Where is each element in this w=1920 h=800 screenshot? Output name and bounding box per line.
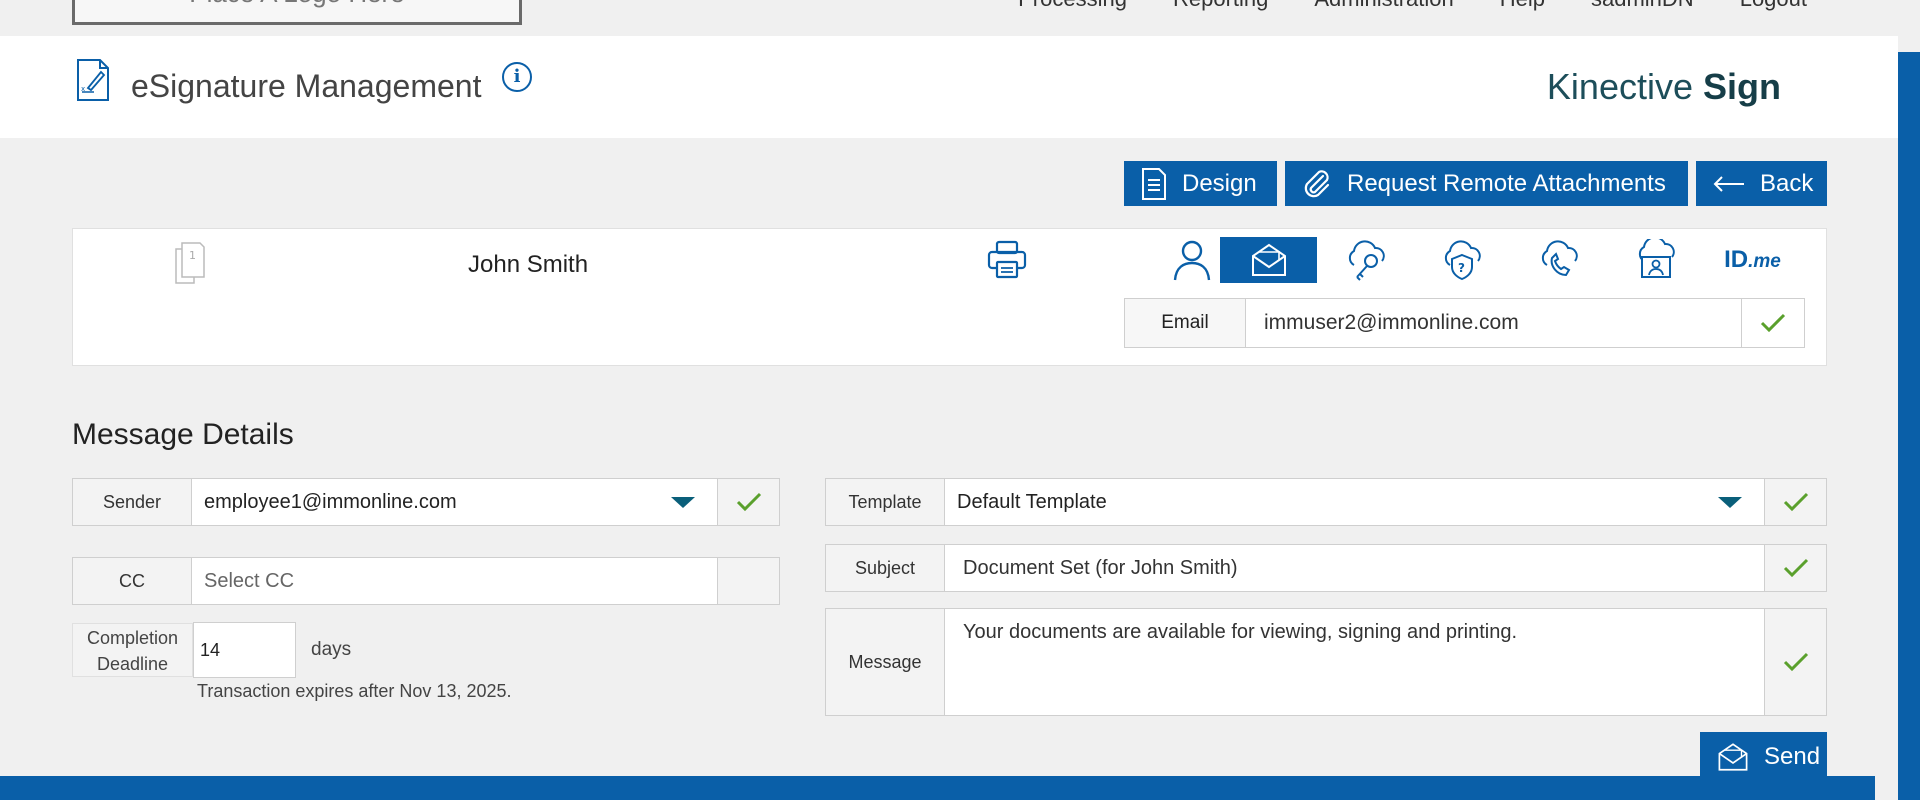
- arrow-left-icon: [1713, 175, 1744, 192]
- paperclip-icon: [1304, 169, 1330, 197]
- nav-links: Processing Reporting Administration Help…: [1018, 0, 1807, 12]
- email-icon[interactable]: [1220, 237, 1317, 283]
- email-label: Email: [1125, 299, 1246, 347]
- nav-reporting[interactable]: Reporting: [1173, 0, 1268, 12]
- deadline-label-line2: Deadline: [96, 654, 169, 674]
- brand-logo: Kinective Sign: [1547, 66, 1781, 108]
- top-navigation: Place A Logo Here Processing Reporting A…: [0, 0, 1920, 36]
- template-field: Template Default Template: [825, 478, 1827, 526]
- brand-regular: Kinective: [1546, 66, 1703, 107]
- document-list-icon: [1142, 167, 1166, 200]
- idme-text: ID: [1724, 246, 1749, 273]
- template-value: Default Template: [957, 490, 1107, 513]
- request-remote-attachments-button[interactable]: Request Remote Attachments: [1285, 161, 1688, 206]
- template-check-icon: [1764, 479, 1826, 525]
- printer-icon[interactable]: [986, 239, 1028, 281]
- recipient-email-row: Email immuser2@immonline.com: [1124, 298, 1805, 348]
- footer-bar: [0, 776, 1875, 800]
- scrollbar-edge[interactable]: [1898, 52, 1920, 800]
- recipient-name: John Smith: [468, 251, 589, 278]
- email-field[interactable]: immuser2@immonline.com: [1246, 299, 1742, 347]
- design-label: Design: [1182, 169, 1257, 197]
- template-select[interactable]: Default Template: [945, 479, 1764, 525]
- message-textarea[interactable]: Your documents are available for viewing…: [945, 609, 1764, 715]
- subject-input[interactable]: Document Set (for John Smith): [945, 545, 1764, 591]
- nav-help[interactable]: Help: [1500, 0, 1545, 12]
- page-count: 1: [189, 249, 196, 262]
- nav-logout[interactable]: Logout: [1740, 0, 1807, 12]
- page-copy-icon[interactable]: 1: [173, 241, 207, 285]
- sender-select[interactable]: employee1@immonline.com: [192, 479, 717, 525]
- design-button[interactable]: Design: [1124, 161, 1277, 206]
- page-header: x eSignature Management i Kinective Sign: [0, 36, 1898, 138]
- back-button[interactable]: Back: [1696, 161, 1827, 206]
- cc-label: CC: [73, 558, 192, 604]
- deadline-unit: days: [311, 639, 352, 660]
- message-check-icon: [1764, 609, 1826, 715]
- svg-text:x: x: [81, 85, 85, 93]
- message-label: Message: [826, 609, 945, 715]
- svg-text:?: ?: [1458, 261, 1465, 275]
- security-question-icon[interactable]: ?: [1413, 237, 1510, 283]
- template-label: Template: [826, 479, 945, 525]
- nav-user[interactable]: sadminDN: [1591, 0, 1694, 12]
- cc-status-cell: [717, 558, 779, 604]
- subject-field: Subject Document Set (for John Smith): [825, 544, 1827, 592]
- completion-deadline-label: Completion Deadline: [72, 623, 193, 677]
- nav-administration[interactable]: Administration: [1314, 0, 1453, 12]
- sender-value: employee1@immonline.com: [204, 490, 457, 513]
- completion-deadline-input[interactable]: 14: [193, 622, 296, 678]
- cc-input[interactable]: Select CC: [192, 558, 717, 604]
- sender-check-icon: [717, 479, 779, 525]
- info-icon[interactable]: i: [502, 62, 532, 92]
- page-title: eSignature Management: [131, 68, 482, 104]
- chevron-down-icon[interactable]: [1718, 497, 1742, 508]
- cloud-key-icon[interactable]: [1317, 237, 1414, 283]
- message-field: Message Your documents are available for…: [825, 608, 1827, 716]
- cc-field: CC Select CC: [72, 557, 780, 605]
- subject-label: Subject: [826, 545, 945, 591]
- sender-label: Sender: [73, 479, 192, 525]
- send-label: Send: [1764, 743, 1821, 770]
- back-label: Back: [1760, 169, 1814, 197]
- brand-bold: Sign: [1703, 66, 1781, 107]
- chevron-down-icon[interactable]: [671, 497, 695, 508]
- recipient-card: 1 John Smith ? ID.me Email immuser2@immo…: [72, 228, 1827, 366]
- sender-field: Sender employee1@immonline.com: [72, 478, 780, 526]
- expiration-note: Transaction expires after Nov 13, 2025.: [197, 681, 512, 701]
- logo-placeholder: Place A Logo Here: [72, 0, 522, 25]
- phone-cloud-icon[interactable]: [1510, 237, 1607, 283]
- idme-logo[interactable]: ID.me: [1704, 237, 1801, 283]
- remote-attachments-label: Request Remote Attachments: [1347, 169, 1666, 197]
- email-icon: [1718, 743, 1748, 771]
- email-check-icon: [1742, 299, 1804, 347]
- nav-processing[interactable]: Processing: [1018, 0, 1127, 12]
- id-card-icon[interactable]: [1607, 237, 1704, 283]
- document-signature-icon: x: [77, 59, 109, 101]
- idme-suffix: .me: [1748, 251, 1781, 272]
- send-button[interactable]: Send: [1700, 732, 1827, 782]
- section-title: Message Details: [72, 418, 294, 451]
- subject-check-icon: [1764, 545, 1826, 591]
- deadline-label-line1: Completion: [86, 628, 179, 648]
